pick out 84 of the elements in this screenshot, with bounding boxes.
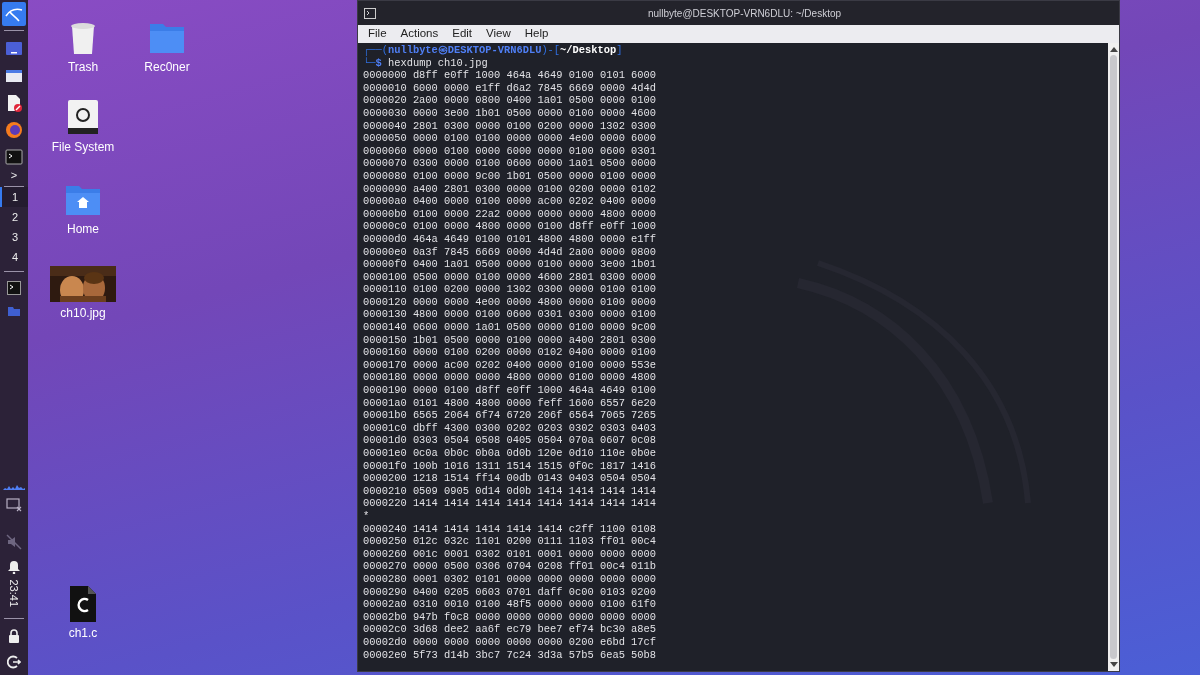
hexdump-line: 0000110 0100 0200 0000 1302 0300 0000 0100 0100 <box>363 283 657 296</box>
hexdump-line: 0000030 0000 3e00 1b01 0500 0000 0100 0000 4600 <box>363 106 657 120</box>
hexdump-line: 00002d0 0000 0000 0000 0000 0000 0200 e6bd 17cf <box>363 635 657 649</box>
hexdump-line: 00000c0 0100 0000 4800 0000 0100 d8ff e0ff 1000 <box>363 220 657 233</box>
hexdump-line: 0000180 0000 0000 0000 4800 0000 0100 0000 4800 <box>363 371 657 385</box>
hexdump-line: 00000e0 0a3f 7845 6669 0000 4d4d 2a00 0000 0800 <box>363 245 657 259</box>
hexdump-line: 00002c0 3d68 dee2 aa6f ec79 bee7 ef74 bc30 a8e5 <box>363 623 657 636</box>
hexdump-line: 0000220 1414 1414 1414 1414 1414 1414 1414 1414 <box>363 497 657 510</box>
hexdump-line: 0000280 0001 0302 0101 0000 0000 0000 0000 0000 <box>363 572 657 586</box>
hexdump-line: 0000000 d8ff e0ff 1000 464a 4649 0100 0101 6000 <box>363 69 657 82</box>
terminal-icon[interactable] <box>5 148 23 166</box>
icon-label[interactable]: File System <box>51 140 115 155</box>
window-title: nullbyte@DESKTOP-VRN6DLU: ~/Desktop <box>646 6 843 21</box>
chevron-button[interactable]: > <box>10 168 18 182</box>
hexdump-line: 0000250 012c 032c 1101 0200 0111 1103 ff01 00c4 <box>363 535 657 548</box>
lock-icon[interactable] <box>8 629 20 643</box>
hexdump-line: 00000a0 0400 0000 0100 0000 ac00 0202 0400 0000 <box>363 195 657 208</box>
workspace-button[interactable]: 2 <box>0 207 28 227</box>
hexdump-line: 00002b0 947b f0c8 0000 0000 0000 0000 0000 0000 <box>363 610 657 624</box>
window-icon[interactable] <box>5 40 23 58</box>
hexdump-line: 0000040 2801 0300 0000 0100 0200 0000 1302 0300 <box>363 119 657 133</box>
hexdump-line: 00002a0 0310 0010 0100 48f5 0000 0000 0100 61f0 <box>363 598 657 611</box>
hexdump-line: 00001b0 6565 2064 6f74 6720 206f 6564 7065 7265 <box>363 409 657 422</box>
workspace-button[interactable]: 3 <box>0 227 28 247</box>
icon-label[interactable]: Trash <box>67 60 99 75</box>
scroll-thumb[interactable] <box>1110 55 1117 659</box>
logout-icon[interactable] <box>7 655 21 669</box>
display-icon[interactable] <box>6 498 22 512</box>
hexdump-line: 0000160 0000 0100 0200 0000 0102 0400 0000 0100 <box>363 346 657 359</box>
scroll-up-icon[interactable] <box>1109 46 1118 52</box>
hexdump-line: 0000290 0400 0205 0603 0701 daff 0c00 0103 0200 <box>363 585 657 599</box>
hexdump-line: * <box>363 509 370 523</box>
hexdump-line: 0000210 0509 0905 0d14 0d0b 1414 1414 1414 1414 <box>363 484 657 498</box>
hexdump-line: 00001a0 0101 4800 4800 0000 feff 1600 6557 6e20 <box>363 396 657 410</box>
hexdump-line: 0000100 0500 0000 0100 0000 4600 2801 0300 0000 <box>363 270 657 284</box>
scroll-down-icon[interactable] <box>1109 662 1118 668</box>
hexdump-line: 00001d0 0303 0504 0508 0405 0504 070a 0607 0c08 <box>363 434 657 447</box>
clock-text[interactable]: 23:41 <box>5 579 23 607</box>
hexdump-line: 00000b0 0100 0000 22a2 0000 0000 0000 4800 0000 <box>363 207 657 221</box>
workspace-button[interactable]: 1 <box>0 187 28 207</box>
hexdump-line: 00001e0 0c0a 0b0c 0b0a 0d0b 120e 0d10 110e 0b0e <box>363 447 657 460</box>
hexdump-line: 0000150 1b01 0500 0000 0100 0000 a400 2801 0300 <box>363 333 657 347</box>
hexdump-line: 00000d0 464a 4649 0100 0101 4800 4800 0000 e1ff <box>363 232 657 246</box>
hexdump-line: 0000260 001c 0001 0302 0101 0001 0000 0000 0000 <box>363 547 657 561</box>
menu-item[interactable]: Help <box>524 25 549 43</box>
globe-icon[interactable] <box>5 121 23 139</box>
scrollbar[interactable] <box>1108 43 1119 671</box>
hexdump-line: 0000120 0000 0000 4e00 0000 4800 0000 0100 0000 <box>363 295 657 309</box>
hexdump-line: 0000140 0600 0000 1a01 0500 0000 0100 0000 9c00 <box>363 321 657 334</box>
workspace-button[interactable]: 4 <box>0 247 28 267</box>
icon-label[interactable]: Home <box>67 222 99 237</box>
hexdump-line: 0000200 1218 1514 ff14 00db 0143 0403 0504 0504 <box>363 472 657 485</box>
hexdump-line: 0000050 0000 0100 0100 0000 0000 4e00 0000 6000 <box>363 132 657 145</box>
hexdump-line: 0000060 0000 0100 0000 6000 0000 0100 0600 0301 <box>363 144 657 158</box>
hexdump-line: 0000010 6000 0000 e1ff d6a2 7845 6669 0000 4d4d <box>363 81 657 95</box>
hexdump-line: 00001c0 dbff 4300 0300 0202 0203 0302 0303 0403 <box>363 421 657 435</box>
hexdump-line: 00001f0 100b 1016 1311 1514 1515 0f0c 1817 1416 <box>363 459 657 473</box>
menu-item[interactable]: Edit <box>452 25 473 43</box>
menu-item[interactable]: View <box>486 25 511 43</box>
bell-icon[interactable] <box>7 560 21 574</box>
hexdump-line: 00002e0 5f73 d14b 3bc7 7c24 3d3a 57b5 6ea5 50b8 <box>363 648 657 662</box>
command-line: └─$ hexdump ch10.jpg <box>363 56 488 70</box>
icon-label[interactable]: ch1.c <box>68 626 98 641</box>
hexdump-line: 0000080 0100 0000 9c00 1b01 0500 0000 0100 0000 <box>363 169 657 183</box>
hexdump-line: 0000090 a400 2801 0300 0000 0100 0200 0000 0102 <box>363 182 657 196</box>
menu-item[interactable]: File <box>368 25 387 43</box>
hexdump-line: 00000f0 0400 1a01 0500 0000 0100 0000 3e00 1b01 <box>363 258 657 271</box>
terminal-icon[interactable] <box>7 281 21 295</box>
menu-item[interactable]: Actions <box>400 25 439 43</box>
hexdump-line: 0000190 0000 0100 d8ff e0ff 1000 464a 4649 0100 <box>363 384 657 397</box>
prompt-line: ┌──(nullbyte㉿DESKTOP-VRN6DLU)-[~/Desktop] <box>363 44 623 57</box>
hexdump-line: 0000170 0000 ac00 0202 0400 0000 0100 0000 553e <box>363 358 657 372</box>
cpu-graph-icon <box>3 484 25 490</box>
hexdump-line: 0000240 1414 1414 1414 1414 1414 c2ff 1100 0108 <box>363 522 657 536</box>
folder-icon[interactable] <box>5 67 23 85</box>
hexdump-line: 0000020 2a00 0000 0800 0400 1a01 0500 0000 0100 <box>363 94 657 107</box>
document-icon[interactable] <box>5 94 23 112</box>
terminal-icon[interactable] <box>364 7 376 19</box>
icon-label[interactable]: Rec0ner <box>144 60 190 75</box>
icon-label[interactable]: ch10.jpg <box>60 306 106 321</box>
hexdump-line: 0000070 0300 0000 0100 0600 0000 1a01 0500 0000 <box>363 157 657 170</box>
hexdump-line: 0000130 4800 0000 0100 0600 0301 0300 0000 0100 <box>363 308 657 322</box>
muted-speaker-icon[interactable] <box>6 534 22 550</box>
hexdump-line: 0000270 0000 0500 0306 0704 0208 ff01 00c4 011b <box>363 560 657 573</box>
